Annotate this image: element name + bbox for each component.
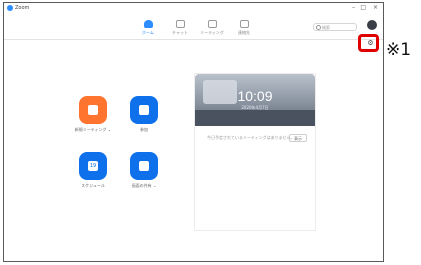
title-bar: Zoom – □ × (4, 3, 383, 14)
join-button[interactable] (130, 96, 158, 124)
header-photo: 10:09 2020年4月7日 (195, 74, 315, 126)
upcoming-meetings-card: 10:09 2020年4月7日 今日予定されているミーティングはありません。 表… (194, 73, 316, 231)
search-placeholder: 検索 (322, 25, 330, 30)
chat-icon (175, 20, 185, 28)
window-title: Zoom (15, 5, 30, 11)
home-icon (143, 20, 153, 28)
top-navigation: ホーム チャット ミーティング 連絡先 検索 (4, 14, 383, 40)
clock-icon (207, 20, 217, 28)
share-screen-button[interactable] (130, 152, 158, 180)
join-action[interactable]: 参加 (121, 96, 167, 133)
share-screen-action[interactable]: 画面の共有 ⌄ (121, 152, 167, 189)
settings-highlight-box (358, 34, 379, 52)
clock-date: 2020年4月7日 (241, 105, 269, 110)
photo-detail (195, 110, 315, 126)
share-screen-label: 画面の共有 ⌄ (131, 183, 157, 188)
tab-chat-label: チャット (172, 30, 188, 35)
zoom-logo-icon (7, 5, 13, 11)
zoom-window: Zoom – □ × ホーム チャット ミーティング 連絡先 検索 新規ミーティ… (3, 2, 384, 262)
new-meeting-action[interactable]: 新規ミーティング ⌄ (70, 96, 116, 133)
tab-chat[interactable]: チャット (166, 20, 194, 35)
clock-time: 10:09 (237, 88, 273, 104)
tab-meetings-label: ミーティング (200, 30, 224, 35)
no-meetings-message: 今日予定されているミーティングはありません。 (207, 135, 295, 140)
new-meeting-button[interactable] (79, 96, 107, 124)
join-label: 参加 (140, 127, 148, 132)
contacts-icon (239, 20, 249, 28)
close-button[interactable]: × (373, 4, 378, 12)
search-input[interactable]: 検索 (313, 23, 357, 31)
plus-icon (139, 105, 149, 115)
video-camera-icon (88, 105, 98, 115)
tab-contacts[interactable]: 連絡先 (230, 20, 258, 35)
maximize-button[interactable]: □ (360, 4, 366, 12)
search-icon (316, 25, 321, 30)
new-meeting-label: 新規ミーティング ⌄ (74, 127, 112, 132)
tab-contacts-label: 連絡先 (238, 30, 250, 35)
schedule-button[interactable]: 19 (79, 152, 107, 180)
tab-meetings[interactable]: ミーティング (198, 20, 226, 35)
tab-home-label: ホーム (142, 30, 154, 35)
view-button[interactable]: 表示 (289, 134, 307, 142)
share-screen-icon (139, 161, 149, 171)
annotation-label: ※1 (386, 40, 412, 60)
avatar[interactable] (367, 20, 377, 30)
minimize-button[interactable]: – (352, 4, 355, 12)
tab-home[interactable]: ホーム (134, 20, 162, 35)
schedule-label: スケジュール (81, 183, 105, 188)
calendar-icon: 19 (88, 161, 98, 171)
schedule-action[interactable]: 19 スケジュール (70, 152, 116, 189)
